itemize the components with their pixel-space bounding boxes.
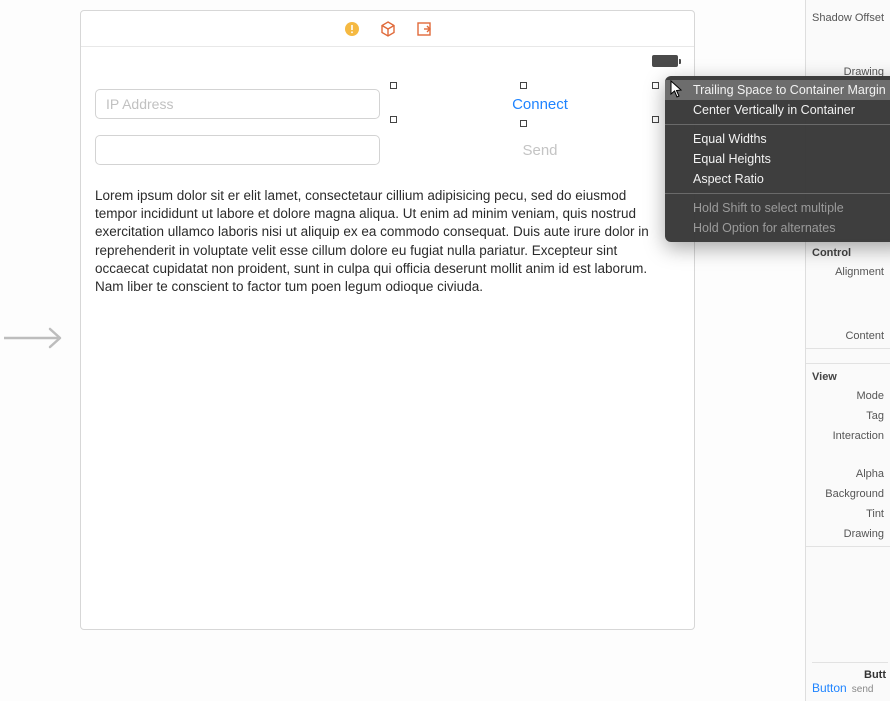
send-button[interactable]: Send <box>512 138 567 163</box>
menu-item-aspect-ratio[interactable]: Aspect Ratio <box>665 169 890 189</box>
selection-handle[interactable] <box>520 82 527 89</box>
inspector-label-interaction: Interaction <box>806 426 890 446</box>
inspector-object-summary: Butt Button send <box>812 662 888 695</box>
menu-item-equal-heights[interactable]: Equal Heights <box>665 149 890 169</box>
menu-separator <box>665 193 890 194</box>
menu-separator <box>665 124 890 125</box>
menu-hint-shift: Hold Shift to select multiple <box>665 198 890 218</box>
inspector-label-tag: Tag <box>806 406 890 426</box>
connect-button-container: Connect <box>400 92 680 117</box>
inspector-label-shadow-offset: Shadow Offset <box>806 8 890 28</box>
menu-item-trailing-space[interactable]: Trailing Space to Container Margin <box>665 80 890 100</box>
inspector-separator <box>806 348 890 349</box>
selection-handle[interactable] <box>652 82 659 89</box>
selection-handle[interactable] <box>652 116 659 123</box>
inspector-label-alpha: Alpha <box>806 464 890 484</box>
inspector-label-alignment: Alignment <box>806 262 890 282</box>
canvas-toolbar <box>81 11 694 47</box>
connect-button[interactable]: Connect <box>502 92 578 117</box>
selection-handle[interactable] <box>390 82 397 89</box>
inspector-label-content: Content <box>806 326 890 346</box>
object-sub-label: send <box>852 684 874 695</box>
selection-handle[interactable] <box>390 116 397 123</box>
selection-handle[interactable] <box>520 120 527 127</box>
lorem-text-view[interactable]: Lorem ipsum dolor sit er elit lamet, con… <box>95 187 670 296</box>
object-title: Butt <box>812 669 888 681</box>
inspector-separator <box>806 363 890 364</box>
exit-icon[interactable] <box>415 20 433 38</box>
inspector-separator <box>806 546 890 547</box>
interface-builder-canvas[interactable]: Connect Send Lorem ipsum dolor sit er el… <box>80 10 695 630</box>
warning-icon[interactable] <box>343 20 361 38</box>
message-field[interactable] <box>95 135 380 165</box>
ip-address-field[interactable] <box>95 89 380 119</box>
menu-hint-option: Hold Option for alternates <box>665 218 890 238</box>
inspector-label-mode: Mode <box>806 386 890 406</box>
cube-icon[interactable] <box>379 20 397 38</box>
mouse-cursor-icon <box>670 80 684 103</box>
inspector-label-background: Background <box>806 484 890 504</box>
battery-icon <box>652 55 678 67</box>
menu-item-equal-widths[interactable]: Equal Widths <box>665 129 890 149</box>
send-button-container: Send <box>400 138 680 163</box>
inspector-label-drawing2: Drawing <box>806 524 890 544</box>
inspector-section-control: Control <box>806 242 890 262</box>
view-content: Connect Send Lorem ipsum dolor sit er el… <box>81 75 694 310</box>
inspector-label-tint: Tint <box>806 504 890 524</box>
inspector-section-view: View <box>806 366 890 386</box>
guide-arrow <box>0 318 72 358</box>
constraint-context-menu[interactable]: Trailing Space to Container Margin Cente… <box>665 76 890 242</box>
object-class-name[interactable]: Button <box>812 681 847 695</box>
menu-item-center-vertically[interactable]: Center Vertically in Container <box>665 100 890 120</box>
